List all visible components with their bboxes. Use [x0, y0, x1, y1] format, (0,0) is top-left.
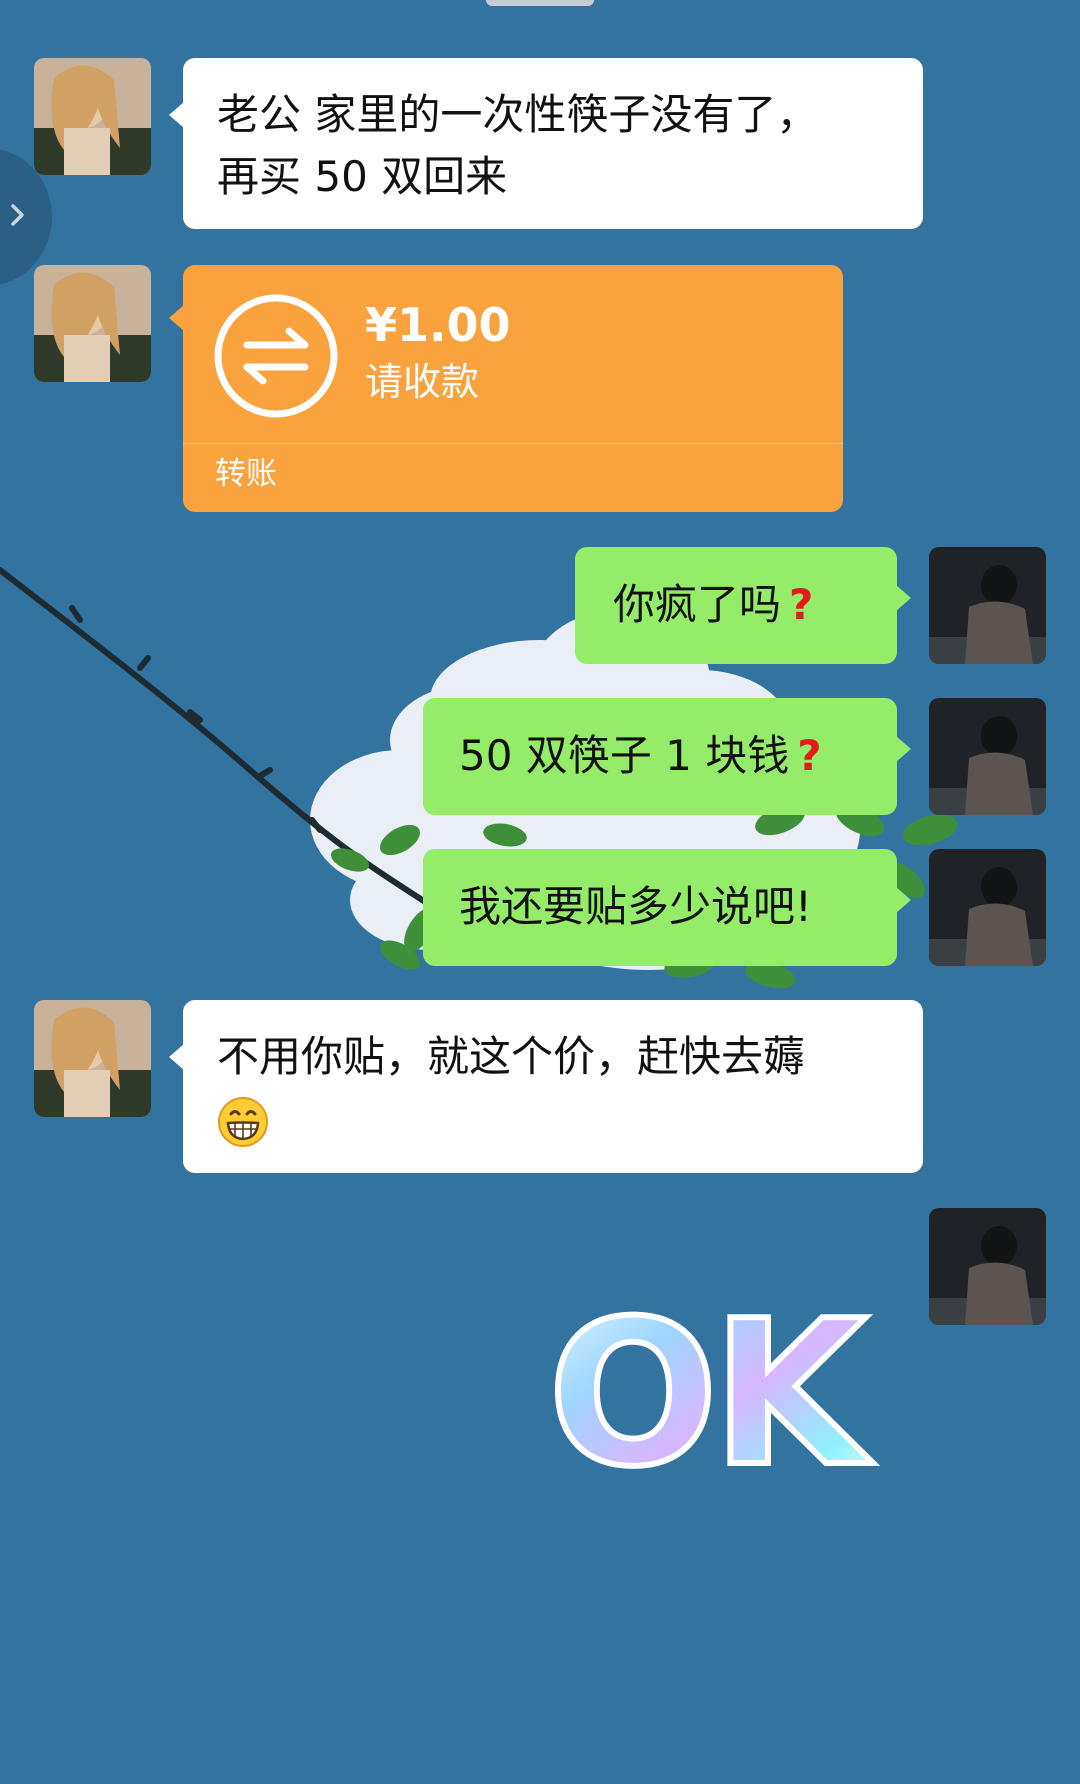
red-question-mark-icon: ?	[789, 580, 814, 629]
transfer-arrows-icon	[214, 294, 338, 418]
transfer-card[interactable]: ¥1.00 请收款 转账	[169, 265, 843, 512]
message-text: 你疯了吗	[613, 580, 782, 629]
message-text-line: 老公 家里的一次性筷子没有了，	[217, 90, 819, 139]
chat-screen: 老公 家里的一次性筷子没有了， 再买 50 双回来 ¥1.00 请收款 转账 你…	[0, 0, 1080, 1784]
transfer-type-label: 转账	[215, 456, 277, 492]
chevron-right-icon	[11, 204, 24, 226]
message-text: 我还要贴多少说吧!	[459, 882, 812, 931]
message-text-line: 不用你贴，就这个价，赶快去薅	[217, 1032, 806, 1081]
my-avatar[interactable]	[929, 1208, 1046, 1325]
contact-avatar-image	[34, 1000, 151, 1117]
contact-avatar-image	[34, 58, 151, 175]
message-bubble-outgoing[interactable]: 我还要贴多少说吧!	[423, 849, 911, 966]
contact-avatar[interactable]	[34, 58, 151, 175]
ok-sticker-text: OK	[548, 1283, 874, 1483]
my-avatar-image	[929, 547, 1046, 664]
transfer-amount: ¥1.00	[365, 298, 511, 352]
message-bubble-outgoing[interactable]: 50 双筷子 1 块钱?	[423, 698, 911, 815]
message-text: 50 双筷子 1 块钱	[459, 731, 790, 780]
my-avatar[interactable]	[929, 849, 1046, 966]
transfer-divider	[183, 443, 843, 444]
grinning-face-emoji-icon	[218, 1096, 268, 1147]
message-bubble-incoming[interactable]: 老公 家里的一次性筷子没有了， 再买 50 双回来	[169, 58, 923, 229]
contact-avatar[interactable]	[34, 265, 151, 382]
top-drag-handle[interactable]	[486, 0, 594, 6]
my-avatar[interactable]	[929, 547, 1046, 664]
ok-sticker[interactable]: OK	[548, 1283, 902, 1483]
my-avatar-image	[929, 849, 1046, 966]
transfer-status: 请收款	[365, 360, 480, 404]
contact-avatar-image	[34, 265, 151, 382]
red-question-mark-icon: ?	[797, 731, 822, 780]
my-avatar-image	[929, 698, 1046, 815]
message-bubble-outgoing[interactable]: 你疯了吗?	[575, 547, 911, 664]
contact-avatar[interactable]	[34, 1000, 151, 1117]
message-text-line: 再买 50 双回来	[217, 152, 508, 201]
message-bubble-incoming[interactable]: 不用你贴，就这个价，赶快去薅	[169, 1000, 923, 1173]
message-emoji-line	[217, 1088, 889, 1150]
my-avatar[interactable]	[929, 698, 1046, 815]
my-avatar-image	[929, 1208, 1046, 1325]
